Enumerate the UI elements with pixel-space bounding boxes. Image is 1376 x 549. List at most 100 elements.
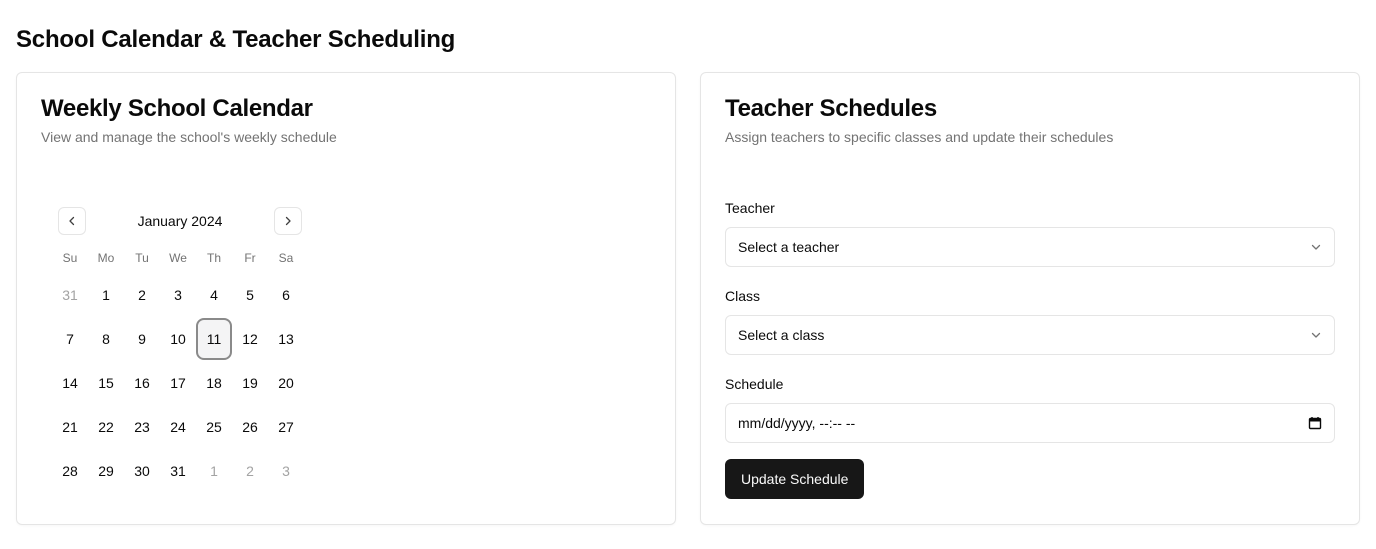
class-select[interactable]: Select a class [725, 315, 1335, 355]
calendar-day-number: 29 [98, 463, 114, 479]
chevron-down-icon [1311, 332, 1321, 338]
calendar-day-number: 5 [246, 287, 254, 303]
calendar-day-number: 28 [62, 463, 78, 479]
weekday-label: Sa [278, 251, 294, 265]
schedules-card-title: Teacher Schedules [725, 95, 937, 122]
calendar-day-number: 24 [170, 419, 186, 435]
calendar-day[interactable]: 4 [196, 273, 232, 317]
chevron-down-icon [1311, 244, 1321, 250]
teacher-schedules-card: Teacher Schedules Assign teachers to spe… [700, 72, 1360, 525]
calendar-day-number: 8 [102, 331, 110, 347]
weekday-label: We [169, 251, 187, 265]
class-label: Class [725, 288, 761, 304]
calendar-day[interactable]: 2 [124, 273, 160, 317]
calendar-month-label: January 2024 [137, 213, 223, 229]
calendar-day-number: 9 [138, 331, 146, 347]
schedule-datetime-value: mm/dd/yyyy, --:-- -- [738, 415, 856, 431]
chevron-right-icon [285, 216, 291, 226]
teacher-select-value: Select a teacher [738, 239, 840, 255]
calendar-day-number: 2 [138, 287, 146, 303]
calendar-day[interactable]: 10 [160, 317, 196, 361]
calendar-day[interactable]: 14 [52, 361, 88, 405]
calendar-day-number: 3 [174, 287, 182, 303]
calendar-day[interactable]: 23 [124, 405, 160, 449]
calendar-day[interactable]: 9 [124, 317, 160, 361]
calendar-day[interactable]: 3 [160, 273, 196, 317]
calendar-prev-button[interactable] [58, 207, 86, 235]
calendar-next-button[interactable] [274, 207, 302, 235]
calendar-day[interactable]: 1 [88, 273, 124, 317]
calendar-day-number: 25 [206, 419, 222, 435]
schedule-datetime-input[interactable]: mm/dd/yyyy, --:-- -- [725, 403, 1335, 443]
calendar-day-number: 10 [170, 331, 186, 347]
calendar-day[interactable]: 2 [232, 449, 268, 493]
schedule-label: Schedule [725, 376, 784, 392]
calendar-day[interactable]: 8 [88, 317, 124, 361]
calendar-card-title: Weekly School Calendar [41, 95, 313, 122]
calendar-day[interactable]: 20 [268, 361, 304, 405]
calendar-day[interactable]: 27 [268, 405, 304, 449]
calendar-weekday-header: Su Mo Tu We Th Fr Sa [52, 251, 304, 265]
calendar-day-number: 19 [242, 375, 258, 391]
teacher-label: Teacher [725, 200, 775, 216]
calendar-day[interactable]: 5 [232, 273, 268, 317]
calendar-day-number: 13 [278, 331, 294, 347]
calendar-day-number: 17 [170, 375, 186, 391]
calendar-day[interactable]: 24 [160, 405, 196, 449]
calendar-day-number: 15 [98, 375, 114, 391]
page-title: School Calendar & Teacher Scheduling [16, 26, 456, 53]
calendar-day-number: 7 [66, 331, 74, 347]
calendar-day[interactable]: 29 [88, 449, 124, 493]
calendar-day[interactable]: 15 [88, 361, 124, 405]
calendar-day-number: 3 [282, 463, 290, 479]
calendar-day-number: 27 [278, 419, 294, 435]
calendar-day[interactable]: 28 [52, 449, 88, 493]
update-schedule-button[interactable]: Update Schedule [725, 459, 865, 499]
chevron-left-icon [69, 216, 75, 226]
calendar-day-number: 11 [196, 318, 232, 360]
calendar-day[interactable]: 16 [124, 361, 160, 405]
calendar-icon[interactable] [1308, 416, 1322, 430]
calendar-day[interactable]: 31 [160, 449, 196, 493]
calendar-day[interactable]: 12 [232, 317, 268, 361]
weekday-label: Mo [97, 251, 115, 265]
calendar-day[interactable]: 13 [268, 317, 304, 361]
class-select-value: Select a class [738, 327, 825, 343]
weekday-label: Tu [135, 251, 149, 265]
calendar-day-number: 6 [282, 287, 290, 303]
calendar-day[interactable]: 25 [196, 405, 232, 449]
calendar-day[interactable]: 7 [52, 317, 88, 361]
calendar-day[interactable]: 6 [268, 273, 304, 317]
calendar-day-number: 2 [246, 463, 254, 479]
calendar-day[interactable]: 1 [196, 449, 232, 493]
calendar-day[interactable]: 30 [124, 449, 160, 493]
calendar-day-number: 20 [278, 375, 294, 391]
calendar-day[interactable]: 19 [232, 361, 268, 405]
calendar-day-number: 26 [242, 419, 258, 435]
calendar-card-description: View and manage the school's weekly sche… [41, 129, 337, 145]
calendar-day-number: 12 [242, 331, 258, 347]
calendar-day-number: 16 [134, 375, 150, 391]
calendar-day-number: 1 [210, 463, 218, 479]
calendar-day-number: 31 [170, 463, 186, 479]
weekly-calendar-card: Weekly School Calendar View and manage t… [16, 72, 676, 525]
calendar-day[interactable]: 22 [88, 405, 124, 449]
calendar-day[interactable]: 21 [52, 405, 88, 449]
calendar-day[interactable]: 26 [232, 405, 268, 449]
calendar-day-number: 31 [62, 287, 78, 303]
calendar-day-number: 21 [62, 419, 78, 435]
calendar-day-number: 1 [102, 287, 110, 303]
teacher-select[interactable]: Select a teacher [725, 227, 1335, 267]
weekday-label: Fr [244, 251, 256, 265]
calendar-day-grid: 31 1 2 3 4 5 6 7 8 9 10 11 12 13 14 15 16 17 18 19 20 21 22 23 2… [52, 273, 304, 493]
calendar-day-number: 23 [134, 419, 150, 435]
calendar-day[interactable]: 18 [196, 361, 232, 405]
calendar-day[interactable]: 31 [52, 273, 88, 317]
calendar-day-number: 22 [98, 419, 114, 435]
calendar-day-number: 4 [210, 287, 218, 303]
weekday-label: Su [62, 251, 78, 265]
calendar-day-number: 30 [134, 463, 150, 479]
calendar-day[interactable]: 3 [268, 449, 304, 493]
calendar-day-selected[interactable]: 11 [196, 317, 232, 361]
calendar-day[interactable]: 17 [160, 361, 196, 405]
